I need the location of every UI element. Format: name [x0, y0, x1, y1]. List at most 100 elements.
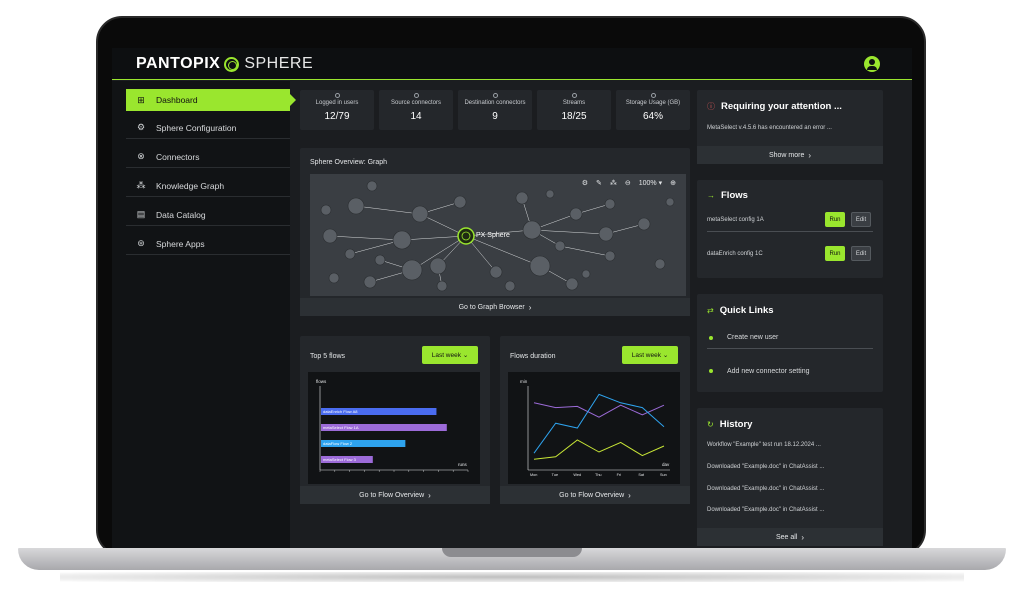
- x-axis-label: runs: [458, 462, 468, 467]
- flow-row: dataEnrich config 1C Run Edit: [707, 244, 873, 266]
- quick-link-create-user[interactable]: Create new user: [707, 327, 873, 349]
- top-bar: PANTOPIX SPHERE: [112, 48, 912, 80]
- sidebar-item-data-catalog[interactable]: ▤ Data Catalog: [126, 204, 290, 226]
- info-dot-icon: [650, 93, 656, 98]
- flows-card: → Flows metaSelect config 1A Run Edit dat…: [697, 180, 883, 278]
- quick-link-add-connector[interactable]: Add new connector setting: [707, 360, 873, 382]
- flow-overview-link-label: Go to Flow Overview: [359, 491, 425, 499]
- top-flows-chart-area: flows runs dataEnrich Flow A8 metaSelect Fl…: [308, 372, 480, 484]
- stat-label: Storage Usage (GB): [625, 100, 681, 106]
- flows-duration-card: Flows duration Last week ⌄ min dav Mon Tue W…: [500, 336, 690, 504]
- history-item[interactable]: Downloaded "Example.doc" in ChatAssist .…: [707, 486, 824, 492]
- chevron-right-icon: ›: [528, 302, 532, 312]
- network-icon[interactable]: ⁂: [610, 179, 617, 187]
- see-all-label: See all: [775, 533, 798, 541]
- laptop-shadow: [60, 572, 964, 582]
- quick-links-title: ⇄ Quick Links: [707, 305, 774, 316]
- sidebar-item-sphere-configuration[interactable]: ⚙ Sphere Configuration: [126, 117, 290, 139]
- logo[interactable]: PANTOPIX SPHERE: [136, 55, 313, 73]
- chevron-right-icon: ›: [808, 150, 812, 160]
- quick-link-label: Create new user: [727, 334, 779, 341]
- x-tick-label: Tue: [552, 473, 558, 477]
- x-tick-label: Fri: [617, 473, 622, 477]
- pencil-icon[interactable]: ✎: [596, 179, 602, 187]
- see-all-link[interactable]: See all ›: [697, 528, 883, 546]
- history-title: ↻ History: [707, 419, 752, 430]
- zoom-value: 100%: [638, 180, 657, 187]
- sidebar-item-connectors[interactable]: ⊗ Connectors: [126, 146, 290, 168]
- history-card: ↻ History Workflow "Example" test run 18.…: [697, 408, 883, 546]
- attention-message[interactable]: MetaSelect v.4.5.6 has encountered an er…: [707, 125, 832, 131]
- history-title-text: History: [719, 419, 753, 430]
- graph-overview-card: Sphere Overview: Graph PX Sphere ⚙ ✎ ⁂ ⊖…: [300, 148, 690, 316]
- flows-duration-chart-area: min dav Mon Tue Wed Thu Fri Sat Sun: [508, 372, 680, 484]
- history-item[interactable]: Downloaded "Example.doc" in ChatAssist .…: [707, 507, 824, 513]
- chevron-right-icon: ›: [628, 490, 631, 500]
- flow-overview-link[interactable]: Go to Flow Overview ›: [500, 486, 690, 504]
- top-flows-period-dropdown[interactable]: Last week ⌄: [422, 346, 478, 364]
- flow-overview-link-label: Go to Flow Overview: [559, 491, 625, 499]
- graph-browser-link[interactable]: Go to Graph Browser ›: [300, 298, 690, 316]
- history-item[interactable]: Downloaded "Example.doc" in ChatAssist .…: [707, 464, 824, 470]
- quick-link-label: Add new connector setting: [727, 367, 810, 375]
- top-flows-card: Top 5 flows Last week ⌄ flows runs dataEnr…: [300, 336, 490, 504]
- stat-value: 18/25: [561, 111, 587, 122]
- show-more-link[interactable]: Show more ›: [697, 146, 883, 164]
- edit-button[interactable]: Edit: [851, 246, 871, 261]
- graph-browser-link-label: Go to Graph Browser: [458, 303, 525, 311]
- stat-value: 9: [492, 111, 498, 122]
- run-button[interactable]: Run: [825, 212, 845, 227]
- zoom-level[interactable]: 100% ▾: [639, 179, 662, 187]
- settings-icon[interactable]: ⚙: [582, 179, 588, 187]
- run-button[interactable]: Run: [825, 246, 845, 261]
- series-line: [533, 439, 665, 460]
- x-tick-label: Sat: [638, 473, 645, 477]
- user-avatar-icon[interactable]: [864, 56, 880, 72]
- stat-source-connectors: Source connectors 14: [379, 90, 453, 130]
- network-icon: ⁂: [136, 180, 146, 190]
- attention-card: ⓘ Requiring your attention ... MetaSelect…: [697, 90, 883, 164]
- stat-label: Source connectors: [390, 100, 442, 106]
- stat-logged-in-users: Logged in users 12/79: [300, 90, 374, 130]
- chevron-down-icon: ⌄: [462, 352, 469, 359]
- stat-value: 14: [410, 111, 422, 122]
- app-screen: PANTOPIX SPHERE ⊞ Dashboard ⚙ Sphere Con…: [112, 48, 912, 548]
- sidebar-item-knowledge-graph[interactable]: ⁂ Knowledge Graph: [126, 175, 290, 197]
- apps-icon: ⊛: [137, 238, 145, 248]
- sidebar-item-label: Dashboard: [156, 95, 198, 105]
- dropdown-value: Last week: [431, 351, 461, 359]
- stat-storage-usage: Storage Usage (GB) 64%: [616, 90, 690, 130]
- bar-label: dataFlow Flow 2: [323, 441, 353, 446]
- y-axis-label: min: [520, 379, 528, 384]
- stat-label: Streams: [562, 100, 586, 106]
- alert-icon: ⓘ: [707, 102, 715, 111]
- sidebar-item-dashboard[interactable]: ⊞ Dashboard: [126, 89, 296, 111]
- info-dot-icon: [571, 93, 577, 98]
- graph-canvas[interactable]: PX Sphere ⚙ ✎ ⁂ ⊖ 100% ▾ ⊕: [310, 174, 686, 296]
- history-item[interactable]: Workflow "Example" test run 18.12.2024 .…: [707, 442, 821, 448]
- sidebar-item-label: Data Catalog: [156, 209, 206, 220]
- x-tick-label: Wed: [573, 473, 581, 477]
- link-icon: ⇄: [707, 306, 714, 315]
- graph-center-label: PX Sphere: [476, 232, 510, 239]
- edit-button[interactable]: Edit: [851, 212, 871, 227]
- zoom-out-icon[interactable]: ⊖: [625, 179, 631, 187]
- flows-duration-period-dropdown[interactable]: Last week ⌄: [622, 346, 678, 364]
- x-tick-label: Thu: [595, 473, 602, 477]
- logo-text-thin: SPHERE: [244, 55, 314, 72]
- flow-overview-link[interactable]: Go to Flow Overview ›: [300, 486, 490, 504]
- info-dot-icon: [413, 93, 419, 98]
- grid-icon: ⊞: [137, 94, 145, 105]
- top-flows-chart: flows runs dataEnrich Flow A8 metaSelect Fl…: [316, 379, 469, 472]
- sidebar-item-label: Connectors: [156, 151, 200, 162]
- stat-value: 12/79: [324, 111, 350, 122]
- info-dot-icon: [492, 93, 498, 98]
- zoom-in-icon[interactable]: ⊕: [670, 179, 676, 187]
- flow-name: metaSelect config 1A: [707, 217, 764, 223]
- series-line: [533, 393, 665, 454]
- laptop-notch: [442, 548, 582, 557]
- sidebar-item-label: Knowledge Graph: [156, 180, 225, 191]
- sidebar-item-sphere-apps[interactable]: ⊛ Sphere Apps: [126, 233, 290, 255]
- graph-toolbar: ⚙ ✎ ⁂ ⊖ 100% ▾ ⊕: [582, 179, 676, 187]
- plug-icon: ⊗: [137, 151, 145, 161]
